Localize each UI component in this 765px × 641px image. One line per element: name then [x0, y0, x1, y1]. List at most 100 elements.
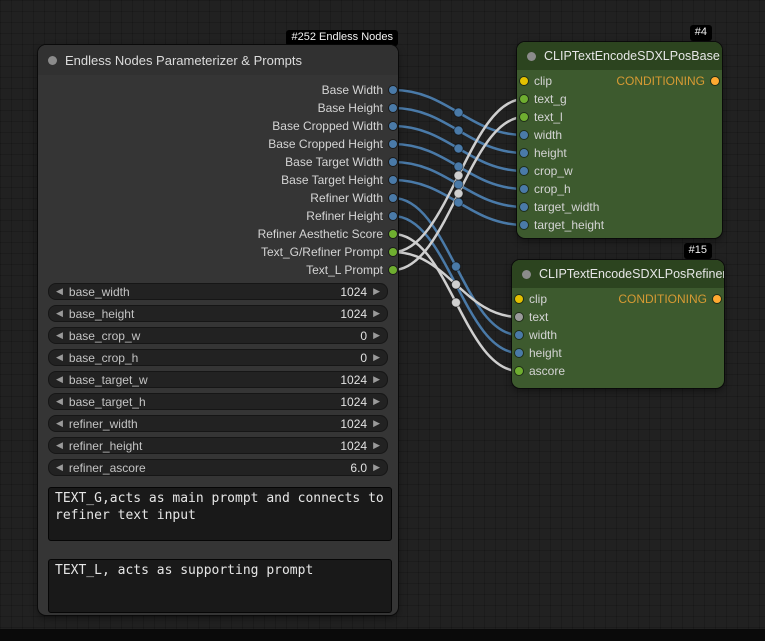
input-dot-string[interactable] [520, 113, 528, 121]
output-slot-text-l-prompt[interactable]: Text_L Prompt [306, 261, 397, 279]
widget-value[interactable]: 1024 [340, 307, 367, 321]
link-midpoint-dot[interactable] [452, 298, 461, 307]
collapse-dot-icon[interactable] [48, 56, 57, 65]
output-slot-conditioning[interactable]: CONDITIONING [616, 72, 719, 90]
output-slot-base-target-height[interactable]: Base Target Height [281, 171, 397, 189]
input-dot-number[interactable] [520, 185, 528, 193]
widget-value[interactable]: 1024 [340, 395, 367, 409]
node-parameterizer[interactable]: Endless Nodes Parameterizer & Prompts Ba… [38, 45, 398, 615]
text-g-prompt-textarea[interactable]: TEXT_G,acts as main prompt and connects … [48, 487, 392, 541]
input-dot-float[interactable] [515, 367, 523, 375]
input-dot-number[interactable] [520, 149, 528, 157]
decrement-arrow-icon[interactable]: ◀ [56, 463, 63, 472]
widget-base-target-w[interactable]: ◀base_target_w1024▶ [48, 371, 388, 388]
output-dot-float[interactable] [389, 230, 397, 238]
input-dot-number[interactable] [520, 221, 528, 229]
input-dot-number[interactable] [520, 167, 528, 175]
output-dot-conditioning[interactable] [711, 77, 719, 85]
increment-arrow-icon[interactable]: ▶ [373, 419, 380, 428]
input-slot-height[interactable]: height [515, 344, 562, 362]
link-midpoint-dot[interactable] [452, 262, 461, 271]
widget-value[interactable]: 1024 [340, 373, 367, 387]
collapse-dot-icon[interactable] [522, 270, 531, 279]
link-midpoint-dot[interactable] [454, 126, 463, 135]
widget-value[interactable]: 1024 [340, 285, 367, 299]
output-dot-number[interactable] [389, 212, 397, 220]
input-dot-number[interactable] [515, 349, 523, 357]
output-slot-base-cropped-height[interactable]: Base Cropped Height [268, 135, 397, 153]
input-slot-target-height[interactable]: target_height [520, 216, 604, 234]
input-slot-text-l[interactable]: text_l [520, 108, 563, 126]
node-clip-text-encode-sdxl-pos-refiner[interactable]: CLIPTextEncodeSDXLPosRefiner CONDITIONIN… [512, 260, 724, 388]
link-midpoint-dot[interactable] [454, 171, 463, 180]
input-slot-width[interactable]: width [520, 126, 562, 144]
decrement-arrow-icon[interactable]: ◀ [56, 353, 63, 362]
output-slot-base-cropped-width[interactable]: Base Cropped Width [272, 117, 397, 135]
input-dot-number[interactable] [520, 131, 528, 139]
increment-arrow-icon[interactable]: ▶ [373, 331, 380, 340]
widget-base-target-h[interactable]: ◀base_target_h1024▶ [48, 393, 388, 410]
widget-base-width[interactable]: ◀base_width1024▶ [48, 283, 388, 300]
output-slot-base-height[interactable]: Base Height [318, 99, 397, 117]
input-slot-target-width[interactable]: target_width [520, 198, 599, 216]
link-midpoint-dot[interactable] [454, 180, 463, 189]
widget-refiner-height[interactable]: ◀refiner_height1024▶ [48, 437, 388, 454]
input-slot-crop-h[interactable]: crop_h [520, 180, 571, 198]
node-titlebar[interactable]: Endless Nodes Parameterizer & Prompts [38, 45, 398, 75]
input-dot-string[interactable] [520, 95, 528, 103]
increment-arrow-icon[interactable]: ▶ [373, 309, 380, 318]
input-slot-ascore[interactable]: ascore [515, 362, 565, 380]
widget-value[interactable]: 0 [360, 351, 367, 365]
increment-arrow-icon[interactable]: ▶ [373, 463, 380, 472]
output-slot-refiner-aesthetic-score[interactable]: Refiner Aesthetic Score [258, 225, 397, 243]
widget-base-crop-h[interactable]: ◀base_crop_h0▶ [48, 349, 388, 366]
output-dot-number[interactable] [389, 104, 397, 112]
widget-refiner-width[interactable]: ◀refiner_width1024▶ [48, 415, 388, 432]
input-slot-clip[interactable]: clip [515, 290, 547, 308]
input-dot-clip[interactable] [515, 295, 523, 303]
output-dot-string[interactable] [389, 266, 397, 274]
output-dot-number[interactable] [389, 176, 397, 184]
input-dot-number[interactable] [515, 331, 523, 339]
output-slot-base-target-width[interactable]: Base Target Width [285, 153, 397, 171]
link-midpoint-dot[interactable] [454, 162, 463, 171]
output-dot-conditioning[interactable] [713, 295, 721, 303]
input-slot-clip[interactable]: clip [520, 72, 552, 90]
output-dot-number[interactable] [389, 194, 397, 202]
text-l-prompt-textarea[interactable]: TEXT_L, acts as supporting prompt [48, 559, 392, 613]
increment-arrow-icon[interactable]: ▶ [373, 287, 380, 296]
output-slot-text-g-refiner-prompt[interactable]: Text_G/Refiner Prompt [261, 243, 397, 261]
output-dot-number[interactable] [389, 122, 397, 130]
input-slot-width[interactable]: width [515, 326, 557, 344]
link-midpoint-dot[interactable] [454, 189, 463, 198]
input-slot-text[interactable]: text [515, 308, 548, 326]
output-slot-base-width[interactable]: Base Width [322, 81, 397, 99]
increment-arrow-icon[interactable]: ▶ [373, 353, 380, 362]
decrement-arrow-icon[interactable]: ◀ [56, 309, 63, 318]
input-dot-number[interactable] [520, 203, 528, 211]
output-slot-conditioning[interactable]: CONDITIONING [618, 290, 721, 308]
increment-arrow-icon[interactable]: ▶ [373, 441, 380, 450]
link-midpoint-dot[interactable] [454, 108, 463, 117]
widget-value[interactable]: 1024 [340, 439, 367, 453]
output-dot-string[interactable] [389, 248, 397, 256]
link-midpoint-dot[interactable] [454, 198, 463, 207]
increment-arrow-icon[interactable]: ▶ [373, 375, 380, 384]
output-dot-number[interactable] [389, 158, 397, 166]
node-titlebar[interactable]: CLIPTextEncodeSDXLPosBase [517, 42, 722, 70]
input-slot-text-g[interactable]: text_g [520, 90, 567, 108]
widget-value[interactable]: 1024 [340, 417, 367, 431]
collapse-dot-icon[interactable] [527, 52, 536, 61]
output-slot-refiner-height[interactable]: Refiner Height [306, 207, 397, 225]
node-clip-text-encode-sdxl-pos-base[interactable]: CLIPTextEncodeSDXLPosBase CONDITIONING c… [517, 42, 722, 238]
input-slot-crop-w[interactable]: crop_w [520, 162, 573, 180]
widget-value[interactable]: 6.0 [350, 461, 367, 475]
decrement-arrow-icon[interactable]: ◀ [56, 419, 63, 428]
decrement-arrow-icon[interactable]: ◀ [56, 397, 63, 406]
widget-base-crop-w[interactable]: ◀base_crop_w0▶ [48, 327, 388, 344]
node-titlebar[interactable]: CLIPTextEncodeSDXLPosRefiner [512, 260, 724, 288]
decrement-arrow-icon[interactable]: ◀ [56, 441, 63, 450]
input-dot-text[interactable] [515, 313, 523, 321]
node-editor-canvas[interactable]: #252 Endless Nodes #4 #15 Endless Nodes … [0, 0, 765, 641]
decrement-arrow-icon[interactable]: ◀ [56, 375, 63, 384]
